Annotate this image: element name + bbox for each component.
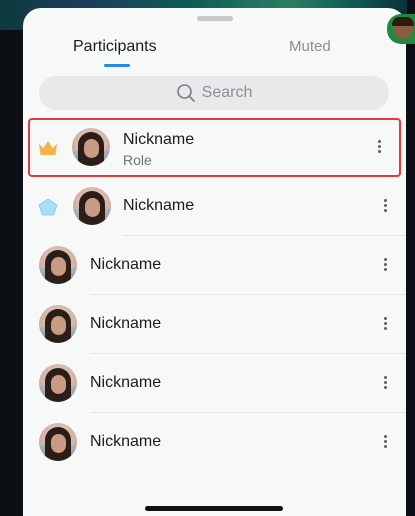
more-options-icon[interactable] <box>380 256 390 276</box>
search-placeholder: Search <box>201 84 253 101</box>
diamond-icon <box>38 198 58 216</box>
avatar <box>72 128 110 166</box>
participant-name: Nickname <box>90 374 162 391</box>
avatar <box>39 423 77 461</box>
more-options-icon[interactable] <box>380 197 390 217</box>
participant-row[interactable]: Nickname <box>23 295 406 354</box>
tab-muted[interactable]: Muted <box>289 38 331 55</box>
participant-row[interactable]: Nickname <box>23 413 406 472</box>
participant-name: Nickname <box>90 433 162 450</box>
tab-active-indicator <box>104 64 130 67</box>
more-options-icon[interactable] <box>380 374 390 394</box>
participant-name: Nickname <box>123 131 195 148</box>
tab-bar: Participants Muted <box>23 36 406 76</box>
participant-row[interactable]: Nickname <box>23 236 406 295</box>
more-options-icon[interactable] <box>374 138 384 158</box>
avatar <box>39 364 77 402</box>
screen-edge <box>407 0 415 516</box>
participant-list: Nickname Role Nickname Nickname Nickname… <box>23 118 406 472</box>
participant-row[interactable]: Nickname <box>23 354 406 413</box>
participants-sheet: Participants Muted Search Nickname Role … <box>23 8 406 516</box>
self-video-avatar[interactable] <box>387 14 415 44</box>
tab-participants[interactable]: Participants <box>73 38 157 56</box>
avatar <box>39 305 77 343</box>
screen: Participants Muted Search Nickname Role … <box>0 0 415 516</box>
crown-icon <box>39 141 57 155</box>
participant-name: Nickname <box>123 197 195 214</box>
sheet-grabber[interactable] <box>196 16 233 21</box>
more-options-icon[interactable] <box>380 433 390 453</box>
participant-row-host[interactable]: Nickname Role <box>28 118 401 177</box>
avatar <box>73 187 111 225</box>
more-options-icon[interactable] <box>380 315 390 335</box>
participant-name: Nickname <box>90 256 162 273</box>
search-input[interactable]: Search <box>39 76 389 110</box>
avatar <box>39 246 77 284</box>
home-indicator <box>145 506 283 511</box>
participant-name: Nickname <box>90 315 162 332</box>
participant-row[interactable]: Nickname <box>23 177 406 236</box>
participant-role: Role <box>123 152 152 168</box>
search-icon <box>176 84 195 102</box>
